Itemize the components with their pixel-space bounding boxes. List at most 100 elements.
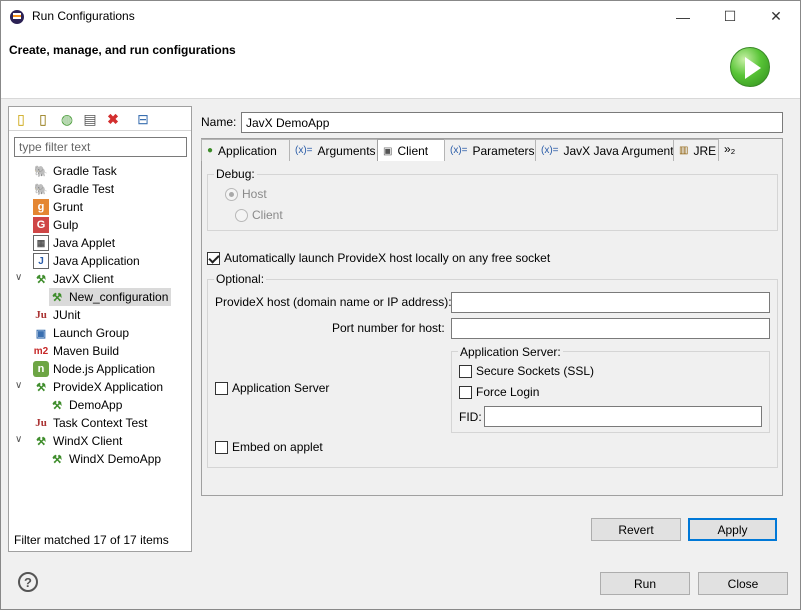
tree-item-gradle-test[interactable]: 🐘 Gradle Test (33, 180, 114, 198)
tab-label: Parameters (472, 143, 535, 158)
tree-item-gulp[interactable]: G Gulp (33, 216, 78, 234)
library-icon: ▥ (679, 145, 689, 156)
tab-label: Application (218, 143, 277, 158)
java-application-icon: J (33, 253, 49, 269)
checkbox-indicator (215, 440, 228, 454)
tree-item-java-application[interactable]: J Java Application (33, 252, 140, 270)
tab-arguments[interactable]: (x)= Arguments (289, 139, 378, 161)
tab-overflow-button[interactable]: »₂ (724, 142, 735, 156)
gulp-icon: G (33, 217, 49, 233)
nodejs-icon: n (33, 361, 49, 377)
tree-item-task-context-test[interactable]: Ju Task Context Test (33, 414, 148, 432)
launch-group-icon: ▣ (35, 327, 47, 340)
tree-item-javx-client[interactable]: ∨ ⚒ JavX Client (15, 270, 114, 288)
radio-label: Host (242, 187, 267, 201)
javx-icon: ⚒ (52, 291, 62, 304)
debug-host-radio[interactable]: Host (225, 187, 267, 201)
export-icon[interactable]: ◍ (59, 111, 75, 127)
dialog-header: Create, manage, and run configurations (1, 32, 800, 99)
header-title: Create, manage, and run configurations (9, 43, 236, 57)
tab-javx-java-arguments[interactable]: (x)= JavX Java Arguments (535, 139, 680, 161)
javx-icon: ⚒ (36, 273, 46, 286)
collapse-all-icon[interactable]: ⊟ (135, 111, 151, 127)
tab-parameters[interactable]: (x)= Parameters (444, 139, 536, 161)
tree-item-label: Gulp (53, 218, 79, 232)
tree-item-new-configuration[interactable]: ⚒ New_configuration (49, 288, 172, 306)
embed-on-applet-checkbox[interactable]: Embed on applet (215, 440, 323, 454)
checkbox-indicator (215, 381, 228, 395)
debug-client-radio[interactable]: Client (235, 208, 283, 222)
config-tabbar: ● Application (x)= Arguments ▣ Client (x… (201, 139, 781, 162)
apply-button[interactable]: Apply (688, 518, 777, 541)
application-server-checkbox[interactable]: Application Server (215, 381, 329, 395)
tree-item-label: Gradle Task (53, 164, 117, 178)
checkbox-label: Force Login (476, 385, 540, 399)
fid-label: FID: (459, 410, 482, 424)
tree-item-windx-demoapp[interactable]: ⚒ WindX DemoApp (49, 450, 161, 468)
new-configuration-icon[interactable]: ▯ (13, 111, 29, 127)
checkbox-label: Application Server (232, 381, 330, 395)
tree-item-label: JUnit (53, 308, 81, 322)
grunt-icon: g (33, 199, 49, 215)
application-server-group-label: Application Server: (458, 345, 563, 359)
chevron-down-icon[interactable]: ∨ (15, 272, 27, 283)
windx-icon: ⚒ (52, 453, 62, 466)
tree-item-nodejs-application[interactable]: n Node.js Application (33, 360, 155, 378)
tree-item-label: Node.js Application (53, 362, 156, 376)
help-icon[interactable]: ? (18, 572, 38, 592)
close-window-button[interactable]: ✕ (753, 1, 799, 32)
tree-item-grunt[interactable]: g Grunt (33, 198, 83, 216)
optional-group-label: Optional: (214, 272, 267, 286)
secure-sockets-checkbox[interactable]: Secure Sockets (SSL) (459, 364, 594, 378)
tree-item-junit[interactable]: Ju JUnit (33, 306, 80, 324)
auto-launch-checkbox[interactable]: Automatically launch ProvideX host local… (207, 251, 550, 265)
providex-host-label: ProvideX host (domain name or IP address… (215, 295, 452, 309)
duplicate-icon[interactable]: ▤ (82, 111, 98, 127)
run-button[interactable]: Run (600, 572, 690, 595)
providex-icon: ⚒ (36, 381, 46, 394)
tab-client[interactable]: ▣ Client (377, 139, 445, 162)
tab-label: Arguments (317, 143, 376, 158)
maximize-button[interactable]: ☐ (707, 1, 753, 32)
gradle-icon: 🐘 (34, 165, 48, 178)
tree-item-label: Maven Build (53, 344, 120, 358)
tree-item-label: New_configuration (69, 290, 169, 304)
tree-item-gradle-task[interactable]: 🐘 Gradle Task (33, 162, 117, 180)
minimize-button[interactable]: — (660, 1, 706, 32)
application-tab-icon: ● (207, 145, 214, 156)
tab-application[interactable]: ● Application (201, 139, 290, 161)
force-login-checkbox[interactable]: Force Login (459, 385, 539, 399)
tree-item-label: Gradle Test (53, 182, 115, 196)
window-title: Run Configurations (32, 9, 135, 23)
new-prototype-icon[interactable]: ▯ (35, 111, 51, 127)
tree-item-launch-group[interactable]: ▣ Launch Group (33, 324, 129, 342)
variable-icon: (x)= (541, 145, 559, 156)
tree-item-demoapp[interactable]: ⚒ DemoApp (49, 396, 122, 414)
tree-item-label: Grunt (53, 200, 84, 214)
windx-icon: ⚒ (36, 435, 46, 448)
radio-label: Client (252, 208, 283, 222)
title-bar: Run Configurations — ☐ ✕ (1, 1, 800, 32)
tab-label: Client (397, 144, 429, 158)
revert-button[interactable]: Revert (591, 518, 681, 541)
providex-host-input[interactable] (451, 292, 770, 313)
name-input[interactable] (241, 112, 783, 133)
tree-item-label: Task Context Test (53, 416, 148, 430)
tree-item-maven-build[interactable]: m2 Maven Build (33, 342, 119, 360)
close-button[interactable]: Close (698, 572, 788, 595)
name-label: Name: (201, 115, 237, 129)
fid-input[interactable] (484, 406, 762, 427)
tree-item-java-applet[interactable]: ▦ Java Applet (33, 234, 115, 252)
tree-item-label: WindX DemoApp (69, 452, 162, 466)
chevron-down-icon[interactable]: ∨ (15, 380, 27, 391)
tab-label: JavX Java Arguments (563, 143, 680, 158)
checkbox-indicator (207, 251, 220, 265)
chevron-down-icon[interactable]: ∨ (15, 434, 27, 445)
port-number-input[interactable] (451, 318, 770, 339)
tree-item-providex-application[interactable]: ∨ ⚒ ProvideX Application (15, 378, 163, 396)
delete-icon[interactable]: ✖ (105, 111, 121, 127)
configuration-tree-panel: ▯ ▯ ◍ ▤ ✖ ⊟ 🐘 Gradle Task 🐘 Gradle Test … (8, 106, 192, 552)
tree-item-windx-client[interactable]: ∨ ⚒ WindX Client (15, 432, 122, 450)
tab-jre[interactable]: ▥ JRE (673, 139, 719, 161)
filter-input[interactable] (14, 137, 187, 157)
